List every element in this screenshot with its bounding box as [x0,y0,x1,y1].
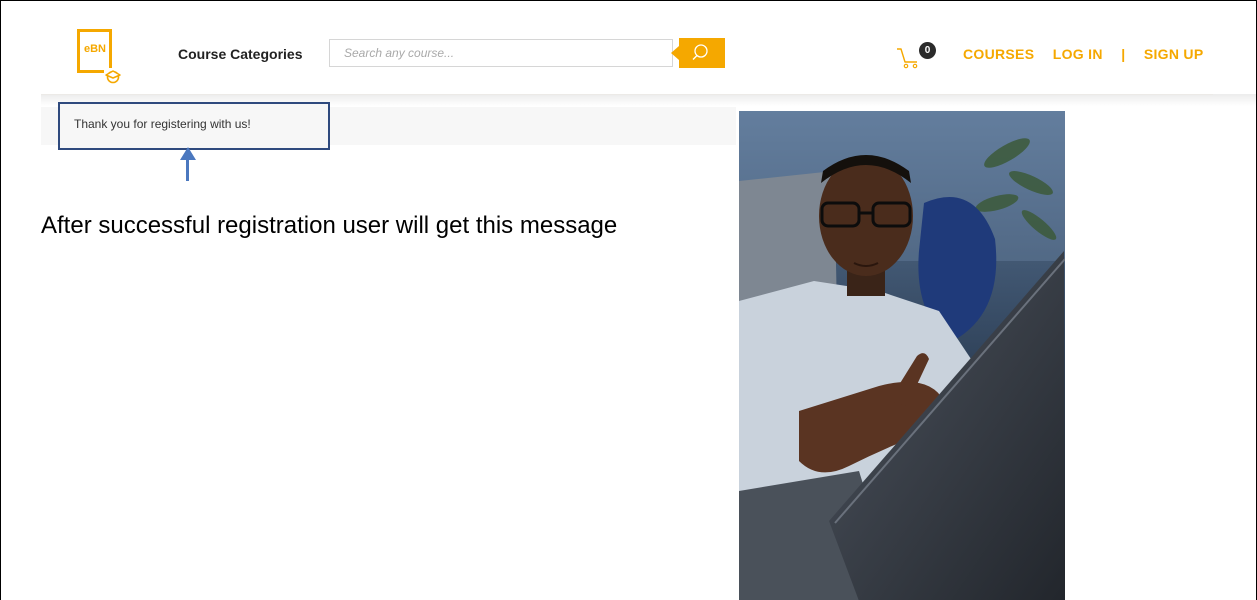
page-frame: eBN Course Categories 0 COURSES [0,0,1257,600]
success-message-text: Thank you for registering with us! [74,117,251,131]
student-photo [739,111,1065,600]
nav-separator: | [1121,46,1126,62]
cart-button[interactable]: 0 [896,41,936,71]
annotation-caption: After successful registration user will … [41,212,618,239]
site-header: eBN Course Categories 0 COURSES [41,17,1213,95]
cart-count-badge: 0 [919,42,936,59]
logo-text: eBN [84,43,107,55]
top-nav: COURSES LOG IN | SIGN UP [963,46,1203,62]
annotation-arrow-shaft [186,159,189,181]
search-icon [692,44,708,60]
search-input[interactable] [329,39,673,67]
ebn-logo[interactable]: eBN [77,29,122,84]
search-button[interactable] [671,38,725,68]
registration-success-message: Thank you for registering with us! [58,102,330,150]
nav-courses-link[interactable]: COURSES [963,46,1034,62]
student-with-laptop-illustration [739,111,1065,600]
graduation-cap-icon [104,68,122,84]
nav-signup-link[interactable]: SIGN UP [1144,46,1204,62]
nav-login-link[interactable]: LOG IN [1053,46,1103,62]
course-categories-link[interactable]: Course Categories [178,46,302,62]
